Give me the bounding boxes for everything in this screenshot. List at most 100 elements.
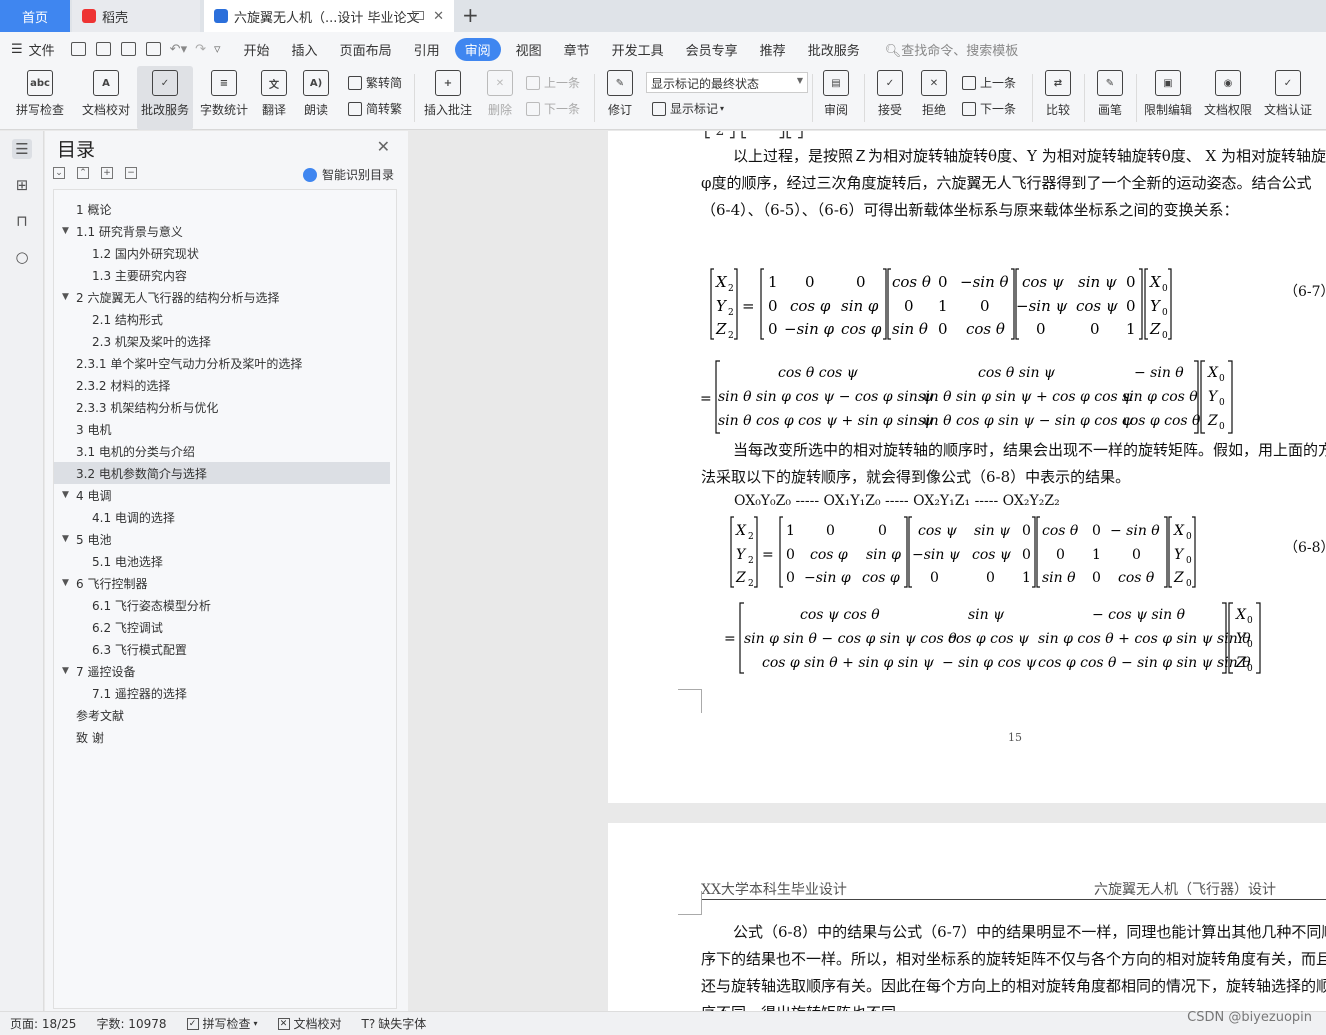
window-icon[interactable]	[413, 11, 424, 20]
toc-item[interactable]: 1.2 国内外研究现状	[54, 242, 390, 264]
doc-proof-button[interactable]: A 文档校对	[78, 66, 134, 130]
menu-review[interactable]: 审阅	[454, 37, 501, 61]
track-changes-button[interactable]: ✎ 修订	[600, 66, 640, 130]
menu-file[interactable]: 文件	[25, 40, 66, 59]
chevron-down-icon[interactable]: ▼	[62, 226, 69, 236]
menu-start[interactable]: 开始	[233, 40, 281, 59]
prev-comment-button[interactable]: 上一条	[526, 74, 580, 91]
export-icon[interactable]	[95, 42, 111, 56]
menu-member[interactable]: 会员专享	[675, 40, 749, 59]
print-icon[interactable]	[120, 42, 136, 56]
chevron-down-icon[interactable]: ▼	[62, 666, 69, 676]
save-icon[interactable]	[70, 42, 86, 56]
translate-button[interactable]: 文翻译	[256, 66, 292, 130]
menu-insert[interactable]: 插入	[281, 40, 329, 59]
word-count[interactable]: 字数: 10978	[86, 1015, 176, 1032]
tab-daoke[interactable]: 稻壳	[72, 0, 200, 32]
prev-change-button[interactable]: 上一条	[962, 74, 1016, 91]
compare-button[interactable]: ⇄ 比较	[1038, 66, 1078, 130]
status-spellcheck[interactable]: ✓ 拼写检查 ▾	[177, 1015, 268, 1032]
chevron-down-icon[interactable]: ▼	[62, 292, 69, 302]
toc-item[interactable]: 2.3.2 材料的选择	[54, 374, 390, 396]
pen-button[interactable]: ✎ 画笔	[1090, 66, 1130, 130]
delete-comment-button[interactable]: ✕ 删除	[480, 66, 520, 130]
menu-devtools[interactable]: 开发工具	[601, 40, 675, 59]
toc-item[interactable]: 1.3 主要研究内容	[54, 264, 390, 286]
menu-view[interactable]: 视图	[505, 40, 553, 59]
next-change-button[interactable]: 下一条	[962, 100, 1016, 117]
word-count-button[interactable]: ≡ 字数统计	[198, 66, 250, 130]
tab-home[interactable]: 首页	[0, 0, 70, 32]
review-button[interactable]: ▤ 审阅	[816, 66, 856, 130]
toc-item[interactable]: ▼ 1.1 研究背景与意义	[54, 220, 390, 242]
show-markup-button[interactable]: 显示标记 ▾	[652, 100, 724, 117]
chevron-down-icon[interactable]: ▼	[62, 578, 69, 588]
svg-text:−sin ψ: −sin ψ	[912, 547, 961, 563]
menu-recommend[interactable]: 推荐	[749, 40, 797, 59]
chevron-down-icon[interactable]: ▼	[62, 534, 69, 544]
toc-item[interactable]: ▼ 5 电池	[54, 528, 390, 550]
spellcheck-button[interactable]: abc 拼写检查	[10, 66, 70, 130]
smart-toc-button[interactable]: 智能识别目录	[302, 166, 394, 183]
redo-icon[interactable]: ↷	[191, 42, 210, 57]
doc-cert-button[interactable]: ✓ 文档认证	[1260, 66, 1316, 130]
chevron-down-icon[interactable]: ▼	[62, 490, 69, 500]
add-heading-icon[interactable]: +	[101, 167, 113, 179]
markup-state-select[interactable]: 显示标记的最终状态 ▼	[646, 72, 808, 93]
toc-item[interactable]: 2.3.3 机架结构分析与优化	[54, 396, 390, 418]
toc-item[interactable]: 2.1 结构形式	[54, 308, 390, 330]
toc-item[interactable]: 3.2 电机参数简介与选择	[54, 462, 390, 484]
hamburger-icon[interactable]: ☰	[0, 42, 25, 57]
bookmark-icon[interactable]: ⊓	[12, 211, 32, 231]
accept-button[interactable]: ✓ 接受	[870, 66, 910, 130]
toc-item[interactable]: 4.1 电调的选择	[54, 506, 390, 528]
toc-item[interactable]: 致 谢	[54, 726, 390, 748]
next-comment-button[interactable]: 下一条	[526, 100, 580, 117]
menu-reference[interactable]: 引用	[403, 40, 451, 59]
restrict-edit-button[interactable]: ▣ 限制编辑	[1140, 66, 1196, 130]
toc-item[interactable]: 参考文献	[54, 704, 390, 726]
insert-comment-button[interactable]: + 插入批注	[420, 66, 476, 130]
doc-permission-button[interactable]: ◉ 文档权限	[1200, 66, 1256, 130]
toc-item[interactable]: 6.3 飞行模式配置	[54, 638, 390, 660]
search-icon[interactable]: ○	[12, 247, 32, 267]
new-tab-icon[interactable]: +	[462, 3, 479, 27]
preview-icon[interactable]	[145, 42, 161, 56]
expand-all-icon[interactable]: ⌃	[77, 167, 89, 179]
tab-document[interactable]: 六旋翼无人机（...设计 毕业论文 ✕	[204, 0, 454, 32]
outline-icon[interactable]: ⊞	[12, 175, 32, 195]
more-icon[interactable]: ▿	[210, 42, 233, 57]
page-indicator[interactable]: 页面: 18/25	[0, 1015, 86, 1032]
toc-item[interactable]: ▼ 2 六旋翼无人飞行器的结构分析与选择	[54, 286, 390, 308]
simplified-to-traditional-button[interactable]: 简转繁	[348, 100, 402, 117]
toc-item[interactable]: ▼ 7 遥控设备	[54, 660, 390, 682]
toc-item[interactable]: 6.2 飞控调试	[54, 616, 390, 638]
toc-item[interactable]: 3.1 电机的分类与介绍	[54, 440, 390, 462]
toc-item[interactable]: 7.1 遥控器的选择	[54, 682, 390, 704]
toc-item[interactable]: 6.1 飞行姿态模型分析	[54, 594, 390, 616]
read-aloud-button[interactable]: A) 朗读	[298, 66, 334, 130]
status-proof[interactable]: ✕ 文档校对	[268, 1015, 352, 1032]
close-icon[interactable]: ✕	[377, 137, 390, 156]
menu-correction[interactable]: 批改服务	[797, 40, 871, 59]
command-search[interactable]: 🔍︎查找命令、搜索模板	[885, 40, 1019, 59]
menu-chapter[interactable]: 章节	[553, 40, 601, 59]
toc-icon[interactable]: ☰	[12, 139, 32, 159]
toc-item[interactable]: 2.3 机架及桨叶的选择	[54, 330, 390, 352]
toc-item[interactable]: ▼ 6 飞行控制器	[54, 572, 390, 594]
remove-heading-icon[interactable]: −	[125, 167, 137, 179]
toc-item[interactable]: 5.1 电池选择	[54, 550, 390, 572]
toc-item[interactable]: ▼ 4 电调	[54, 484, 390, 506]
menu-layout[interactable]: 页面布局	[329, 40, 403, 59]
status-missing-font[interactable]: T? 缺失字体	[352, 1015, 437, 1032]
correction-service-button[interactable]: ✓ 批改服务	[137, 66, 193, 130]
toc-item[interactable]: 3 电机	[54, 418, 390, 440]
reject-button[interactable]: ✕ 拒绝	[914, 66, 954, 130]
collapse-all-icon[interactable]: ⌄	[53, 167, 65, 179]
close-tab-icon[interactable]: ✕	[433, 9, 444, 24]
traditional-to-simplified-button[interactable]: 繁转简	[348, 74, 402, 91]
toc-item[interactable]: 1 概论	[54, 198, 390, 220]
svg-text:2: 2	[748, 532, 754, 542]
toc-item[interactable]: 2.3.1 单个桨叶空气动力分析及桨叶的选择	[54, 352, 390, 374]
undo-icon[interactable]: ↶▾	[166, 42, 191, 57]
